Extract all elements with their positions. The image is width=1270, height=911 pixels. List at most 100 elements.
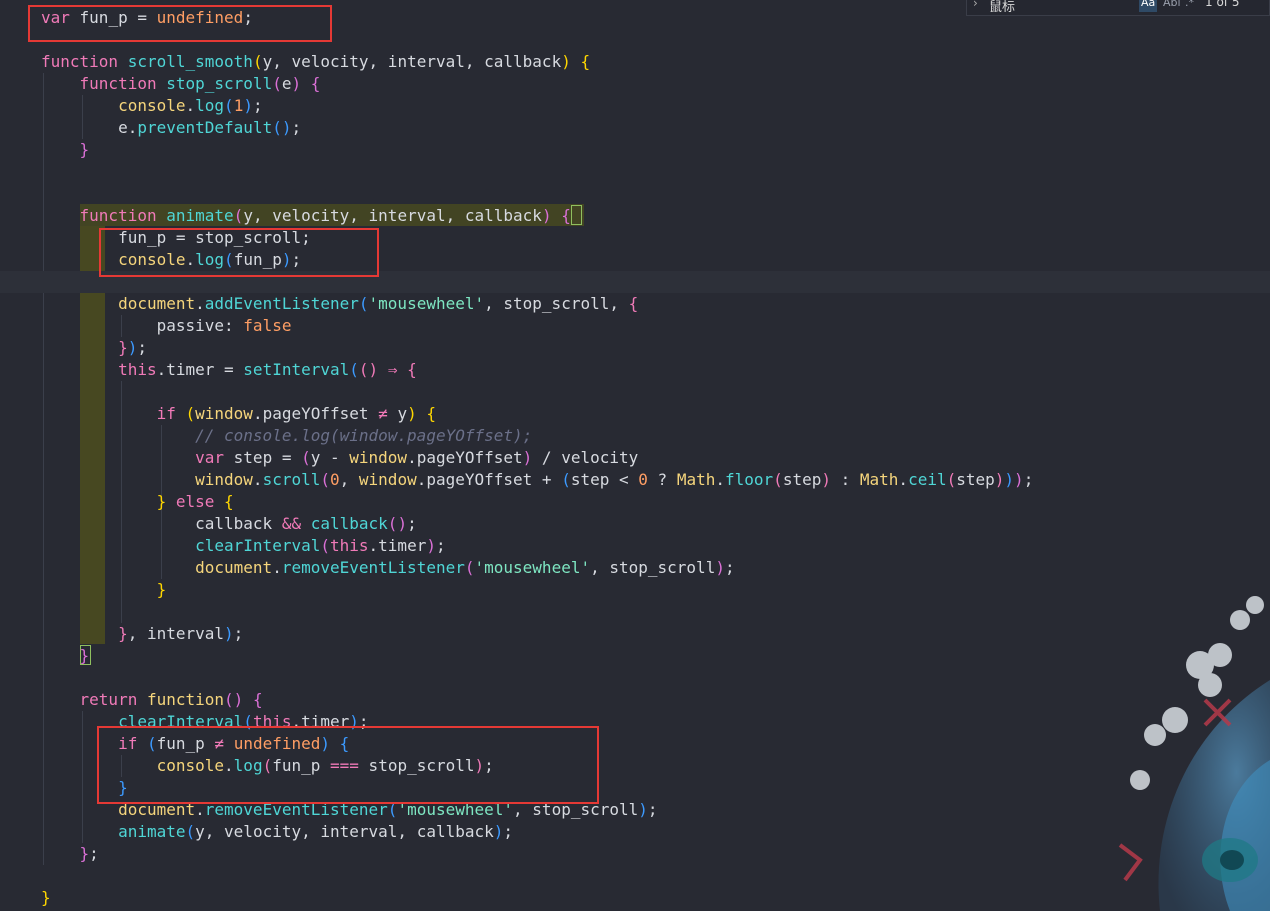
code-line[interactable]: }); [41, 337, 147, 359]
code-token: e [118, 118, 128, 137]
code-token: / velocity [532, 448, 639, 467]
code-line[interactable]: } else { [41, 491, 234, 513]
code-token: ; [89, 844, 99, 863]
code-token: , [339, 470, 359, 489]
code-token: this [118, 360, 157, 379]
code-token: callback [195, 514, 282, 533]
code-token: . [272, 558, 282, 577]
code-token: ) [224, 624, 234, 643]
code-token: ≠ [378, 404, 388, 423]
code-token: passive: [156, 316, 244, 335]
code-line[interactable]: passive: false [41, 315, 292, 337]
code-token: y, velocity, interval, callback [262, 52, 562, 71]
code-line[interactable]: }, interval); [41, 623, 243, 645]
code-line[interactable]: } [41, 887, 51, 909]
code-token: ( [387, 514, 398, 533]
code-token: ) [638, 800, 648, 819]
code-token: ) [233, 690, 244, 709]
code-token: () [358, 360, 379, 379]
code-token: ) [994, 470, 1005, 489]
code-token: { [310, 74, 321, 93]
code-token: y, velocity, interval, callback [195, 822, 494, 841]
code-token: ; [503, 822, 514, 841]
code-token: function [41, 52, 119, 71]
code-line[interactable]: animate(y, velocity, interval, callback)… [41, 821, 513, 843]
code-token: animate [118, 822, 186, 841]
code-token: ) [1004, 470, 1015, 489]
code-token: . [898, 470, 909, 489]
code-token: ; [724, 558, 735, 577]
regex-toggle[interactable]: .* [1183, 0, 1196, 12]
code-token: stop_scroll [166, 74, 273, 93]
code-token: . [195, 294, 205, 313]
find-input[interactable]: 鼠标 [989, 0, 1139, 15]
code-token: var [195, 448, 225, 467]
find-widget[interactable]: › 鼠标 Aa Abl .* 1 of 5 [966, 0, 1270, 16]
code-token: ) [1014, 470, 1024, 489]
match-case-toggle[interactable]: Aa [1139, 0, 1158, 12]
whole-word-toggle[interactable]: Abl [1161, 0, 1183, 12]
code-token: false [243, 316, 292, 335]
code-token: ( [561, 470, 571, 489]
code-line[interactable]: } [41, 139, 90, 161]
code-line[interactable]: document.removeEventListener('mousewheel… [41, 557, 735, 579]
code-token: step < [570, 470, 639, 489]
code-token: y, velocity, interval, callback [243, 206, 542, 225]
code-line[interactable]: var step = (y - window.pageYOffset) / ve… [41, 447, 638, 469]
code-token: callback [310, 514, 388, 533]
code-token: ( [349, 360, 359, 379]
code-token: this [330, 536, 369, 555]
code-line[interactable]: } [41, 645, 90, 667]
code-token: ( [272, 74, 282, 93]
code-line[interactable]: function animate(y, velocity, interval, … [41, 205, 571, 227]
code-token: window [349, 448, 408, 467]
code-token: ( [233, 206, 244, 225]
code-token: ; [647, 800, 658, 819]
code-line[interactable]: return function() { [41, 689, 263, 711]
code-token: .timer [368, 536, 427, 555]
code-token: step [956, 470, 995, 489]
code-token: , interval [127, 624, 225, 643]
code-line[interactable]: if (window.pageYOffset ≠ y) { [41, 403, 436, 425]
code-line[interactable]: } [41, 579, 167, 601]
code-line[interactable]: clearInterval(this.timer); [41, 535, 446, 557]
code-line[interactable]: // console.log(window.pageYOffset); [41, 425, 532, 447]
chevron-right-icon[interactable]: › [973, 0, 978, 10]
code-token: ; [435, 536, 446, 555]
code-token: ; [407, 514, 417, 533]
code-line[interactable]: }; [41, 843, 99, 865]
code-token: ( [185, 822, 196, 841]
code-line[interactable]: callback && callback(); [41, 513, 417, 535]
code-token: 'mousewheel' [368, 294, 485, 313]
code-line[interactable]: function stop_scroll(e) { [41, 73, 321, 95]
code-token: 0 [638, 470, 648, 489]
code-token: { [224, 492, 234, 511]
code-token: ( [464, 558, 475, 577]
code-token: Math [676, 470, 716, 489]
code-token: ( [773, 470, 783, 489]
code-line[interactable]: window.scroll(0, window.pageYOffset + (s… [41, 469, 1033, 491]
code-token: ) [127, 338, 138, 357]
code-token: ) [493, 822, 504, 841]
code-token: ) [243, 96, 253, 115]
code-line[interactable]: document.addEventListener('mousewheel', … [41, 293, 638, 315]
code-line[interactable]: this.timer = setInterval(() ⇒ { [41, 359, 417, 381]
code-line[interactable]: function scroll_smooth(y, velocity, inte… [41, 51, 590, 73]
code-token: setInterval [243, 360, 350, 379]
code-line[interactable]: e.preventDefault(); [41, 117, 301, 139]
code-line[interactable]: console.log(1); [41, 95, 263, 117]
code-token: ; [291, 118, 302, 137]
